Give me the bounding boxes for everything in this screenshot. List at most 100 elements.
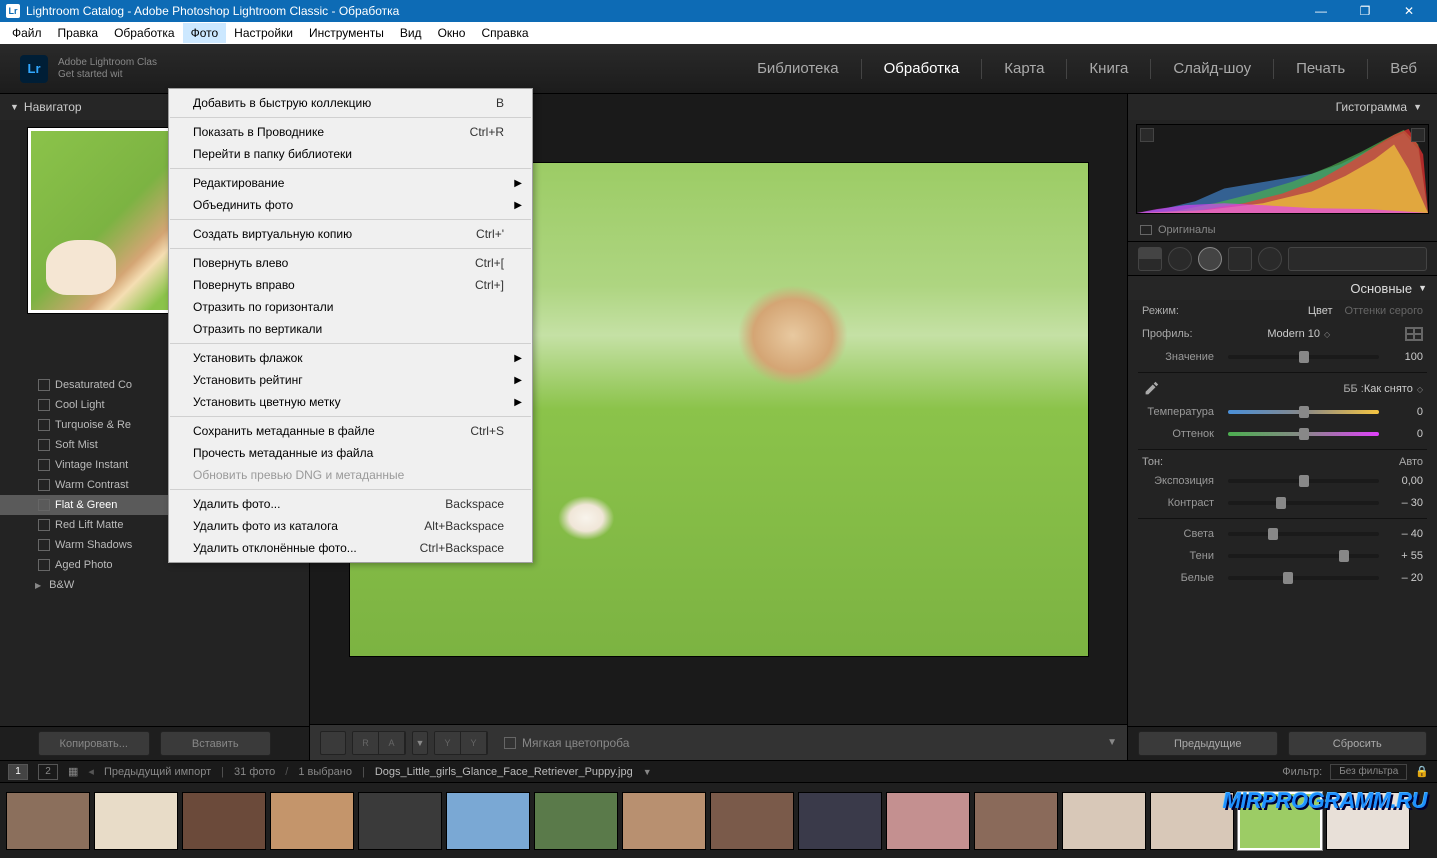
menu-item[interactable]: Добавить в быструю коллекциюB (169, 92, 532, 114)
menu-файл[interactable]: Файл (4, 23, 50, 43)
maximize-button[interactable]: ❐ (1343, 0, 1387, 22)
profile-select[interactable]: Modern 10◇ (1267, 328, 1330, 340)
paste-settings-button[interactable]: Вставить (160, 731, 272, 756)
filmstrip-thumb[interactable] (1062, 792, 1146, 850)
filmstrip-thumb[interactable] (94, 792, 178, 850)
module-карта[interactable]: Карта (1004, 56, 1044, 81)
amount-slider[interactable] (1228, 355, 1379, 359)
softproof-checkbox[interactable]: Мягкая цветопроба (504, 736, 629, 750)
color-mode-button[interactable]: Цвет (1308, 305, 1333, 317)
grad-filter-button[interactable] (1228, 247, 1252, 271)
module-слайд-шоу[interactable]: Слайд-шоу (1173, 56, 1251, 81)
menu-фото[interactable]: Фото (183, 23, 227, 43)
menu-item[interactable]: Перейти в папку библиотеки (169, 143, 532, 165)
menu-item[interactable]: Установить цветную метку▶ (169, 391, 532, 413)
gray-mode-button[interactable]: Оттенки серого (1345, 305, 1423, 317)
highlight-clip-icon[interactable] (1411, 128, 1425, 142)
menu-item[interactable]: Удалить фото из каталогаAlt+Backspace (169, 515, 532, 537)
filmstrip-thumb[interactable] (6, 792, 90, 850)
filmstrip-thumb[interactable] (710, 792, 794, 850)
menu-item[interactable]: Установить рейтинг▶ (169, 369, 532, 391)
right-panel: Гистограмма ▼ Оригиналы (1127, 94, 1437, 760)
close-window-button[interactable]: ✕ (1387, 0, 1431, 22)
menu-item[interactable]: Удалить фото...Backspace (169, 493, 532, 515)
photo-menu-dropdown[interactable]: Добавить в быструю коллекциюB Показать в … (168, 88, 533, 563)
filmstrip-thumb[interactable] (182, 792, 266, 850)
filmstrip-thumb[interactable] (1238, 792, 1322, 850)
filmstrip-thumb[interactable] (798, 792, 882, 850)
temp-slider[interactable] (1228, 410, 1379, 414)
menu-настройки[interactable]: Настройки (226, 23, 301, 43)
shadow-clip-icon[interactable] (1140, 128, 1154, 142)
shadows-slider[interactable] (1228, 554, 1379, 558)
histogram-header[interactable]: Гистограмма ▼ (1128, 94, 1437, 120)
spot-tool-button[interactable] (1168, 247, 1192, 271)
module-библиотека[interactable]: Библиотека (757, 56, 839, 81)
exposure-slider[interactable] (1228, 479, 1379, 483)
module-книга[interactable]: Книга (1089, 56, 1128, 81)
before-after-group[interactable]: RA (352, 731, 406, 755)
redeye-tool-button[interactable] (1198, 247, 1222, 271)
menu-item[interactable]: Удалить отклонённые фото...Ctrl+Backspac… (169, 537, 532, 559)
filter-lock-icon[interactable]: 🔒 (1415, 765, 1429, 778)
menu-правка[interactable]: Правка (50, 23, 107, 43)
profile-browser-button[interactable] (1405, 327, 1423, 341)
whites-slider[interactable] (1228, 576, 1379, 580)
menu-справка[interactable]: Справка (473, 23, 536, 43)
menu-окно[interactable]: Окно (430, 23, 474, 43)
filmstrip-thumb[interactable] (358, 792, 442, 850)
secondary-display-1[interactable]: 1 (8, 764, 28, 780)
menu-item[interactable]: Повернуть влевоCtrl+[ (169, 252, 532, 274)
radial-filter-button[interactable] (1258, 247, 1282, 271)
previous-button[interactable]: Предыдущие (1138, 731, 1278, 756)
basic-section-header[interactable]: Основные ▼ (1128, 276, 1437, 300)
menu-item[interactable]: Установить флажок▶ (169, 347, 532, 369)
menu-item[interactable]: Прочесть метаданные из файла (169, 442, 532, 464)
menu-item[interactable]: Повернуть вправоCtrl+] (169, 274, 532, 296)
filmstrip[interactable] (0, 782, 1437, 858)
contrast-slider[interactable] (1228, 501, 1379, 505)
module-обработка[interactable]: Обработка (884, 56, 960, 81)
module-веб[interactable]: Веб (1390, 56, 1417, 81)
menu-инструменты[interactable]: Инструменты (301, 23, 392, 43)
swap-group[interactable]: YY (434, 731, 488, 755)
histogram[interactable] (1136, 124, 1429, 214)
filmstrip-thumb[interactable] (270, 792, 354, 850)
crop-tool-button[interactable] (1138, 247, 1162, 271)
menu-вид[interactable]: Вид (392, 23, 430, 43)
menu-item[interactable]: Отразить по вертикали (169, 318, 532, 340)
secondary-display-2[interactable]: 2 (38, 764, 58, 780)
filmstrip-thumb[interactable] (974, 792, 1058, 850)
collection-name[interactable]: Предыдущий импорт (104, 766, 211, 778)
reset-button[interactable]: Сбросить (1288, 731, 1428, 756)
preset-group-bw[interactable]: ▶B&W (0, 575, 309, 595)
filmstrip-thumb[interactable] (534, 792, 618, 850)
eyedropper-icon[interactable] (1142, 380, 1160, 398)
menu-item[interactable]: Сохранить метаданные в файлеCtrl+S (169, 420, 532, 442)
minimize-button[interactable]: — (1299, 0, 1343, 22)
filmstrip-thumb[interactable] (886, 792, 970, 850)
filmstrip-thumb[interactable] (1326, 792, 1410, 850)
menu-item[interactable]: Отразить по горизонтали (169, 296, 532, 318)
menu-обработка[interactable]: Обработка (106, 23, 183, 43)
menu-item[interactable]: Редактирование▶ (169, 172, 532, 194)
wb-select[interactable]: Как снято◇ (1364, 383, 1423, 395)
auto-tone-button[interactable]: Авто (1399, 456, 1423, 468)
tint-slider[interactable] (1228, 432, 1379, 436)
menu-item[interactable]: Создать виртуальную копиюCtrl+' (169, 223, 532, 245)
filter-select[interactable]: Без фильтра (1330, 764, 1407, 780)
menu-item[interactable]: Показать в ПроводникеCtrl+R (169, 121, 532, 143)
module-печать[interactable]: Печать (1296, 56, 1345, 81)
grid-icon[interactable]: ▦ (68, 765, 78, 778)
filmstrip-thumb[interactable] (622, 792, 706, 850)
originals-row[interactable]: Оригиналы (1128, 218, 1437, 242)
loupe-view-button[interactable] (320, 731, 346, 755)
filmstrip-thumb[interactable] (1150, 792, 1234, 850)
filmstrip-thumb[interactable] (446, 792, 530, 850)
menu-item[interactable]: Объединить фото▶ (169, 194, 532, 216)
highlights-slider[interactable] (1228, 532, 1379, 536)
compare-dropdown-icon[interactable]: ▼ (412, 731, 428, 755)
brush-tool-button[interactable] (1288, 247, 1427, 271)
copy-settings-button[interactable]: Копировать... (38, 731, 150, 756)
toolbar-overflow-icon[interactable]: ▼ (1107, 737, 1117, 748)
